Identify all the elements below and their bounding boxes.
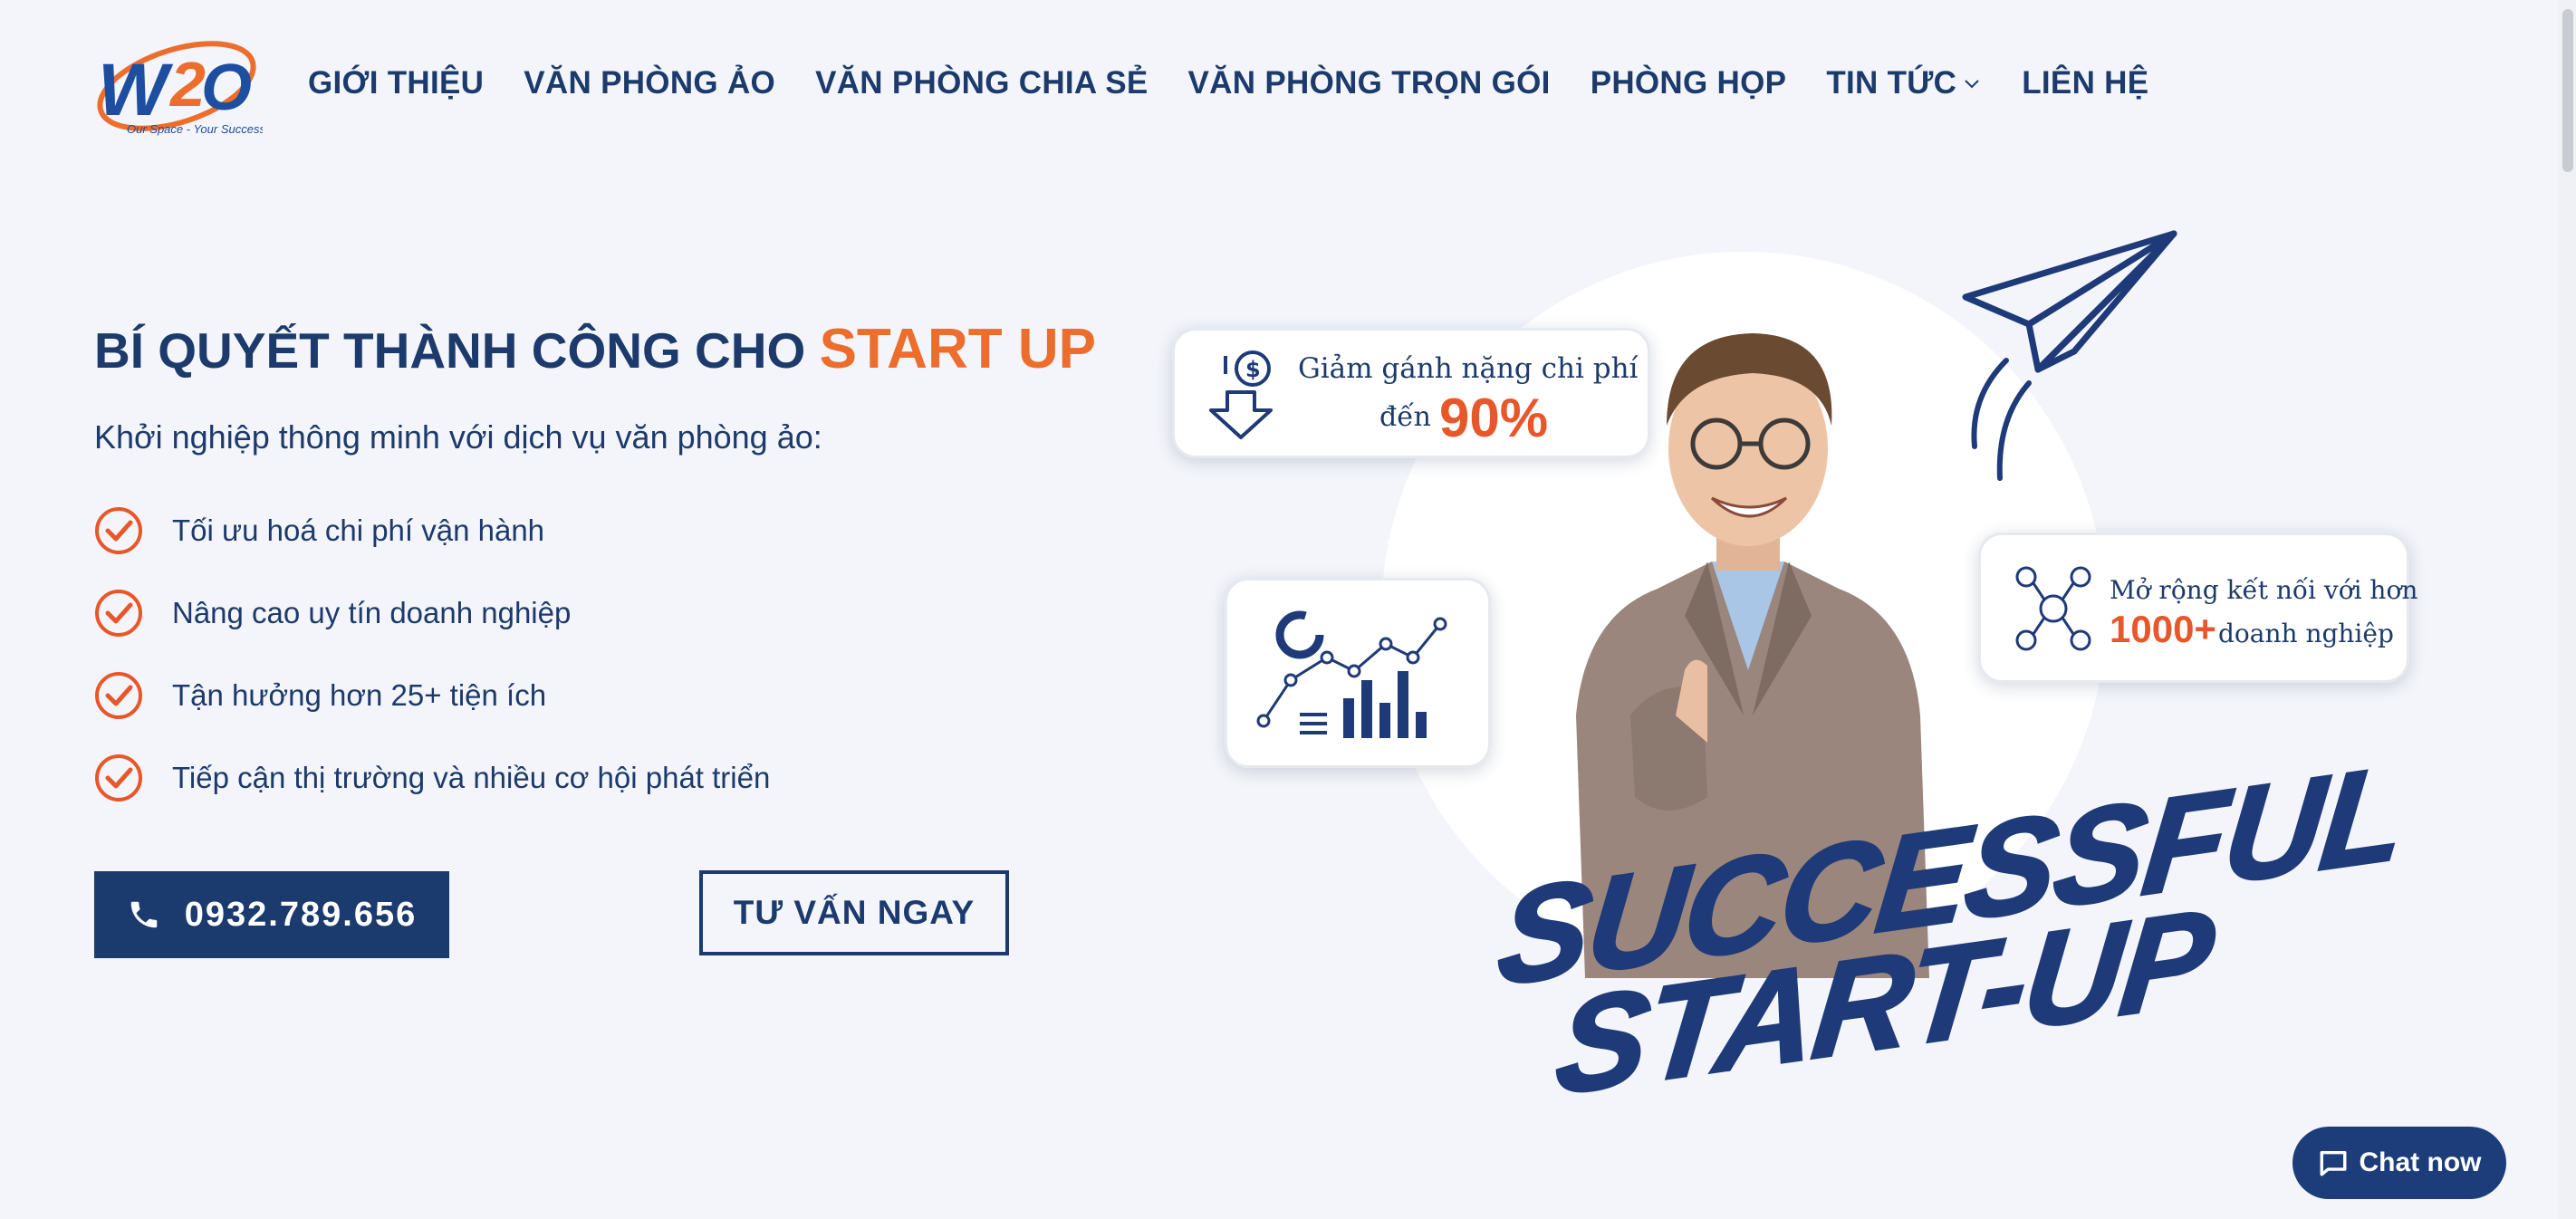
hero-illustration: $ Giảm gánh nặng chi phí đến 90% Mở rộng… (1159, 217, 2427, 1125)
nav-item-tin-tuc[interactable]: TIN TỨC (1826, 65, 1982, 101)
benefit-text: Tận hưởng hơn 25+ tiện ích (172, 678, 547, 712)
cost-card-line1: Giảm gánh nặng chi phí (1298, 352, 1639, 385)
svg-text:Our Space - Your Success: Our Space - Your Success (127, 122, 263, 136)
consult-label: TƯ VẤN NGAY (733, 894, 976, 931)
network-card-number: 1000+ (2110, 608, 2216, 650)
nav-label: TIN TỨC (1826, 65, 1957, 101)
nav-label: LIÊN HỆ (2022, 65, 2149, 101)
check-circle-icon (95, 754, 142, 801)
benefit-text: Nâng cao uy tín doanh nghiệp (172, 596, 572, 629)
scrollbar[interactable] (2558, 0, 2576, 1219)
nav-item-gioi-thieu[interactable]: GIỚI THIỆU (308, 65, 484, 101)
chat-now-button[interactable]: Chat now (2292, 1127, 2506, 1199)
nav-item-lien-he[interactable]: LIÊN HỆ (2022, 65, 2148, 101)
cost-card-percent: 90% (1439, 388, 1549, 448)
nav-label: VĂN PHÒNG ẢO (524, 65, 776, 101)
nav-item-phong-hop[interactable]: PHÒNG HỌP (1591, 65, 1787, 101)
analytics-card (1225, 578, 1491, 768)
analytics-chart-icon (1256, 610, 1447, 738)
list-item: Tối ưu hoá chi phí vận hành (94, 504, 770, 557)
main-nav: GIỚI THIỆU VĂN PHÒNG ẢO VĂN PHÒNG CHIA S… (308, 56, 2188, 110)
nav-label: VĂN PHÒNG TRỌN GÓI (1187, 65, 1551, 101)
phone-number: 0932.789.656 (184, 895, 418, 934)
benefit-text: Tối ưu hoá chi phí vận hành (172, 514, 545, 547)
nav-label: GIỚI THIỆU (308, 65, 485, 101)
network-card: Mở rộng kết nối với hơn 1000+ doanh nghi… (1978, 533, 2417, 683)
network-people-icon (2015, 566, 2091, 651)
paper-plane-icon (1962, 230, 2177, 481)
site-header: W 2 O Our Space - Your Success GIỚI THIỆ… (0, 0, 2576, 168)
list-item: Tiếp cận thị trường và nhiều cơ hội phát… (94, 752, 770, 804)
hero-title-accent: START UP (819, 318, 1096, 380)
nav-item-van-phong-ao[interactable]: VĂN PHÒNG ẢO (524, 65, 775, 101)
benefit-text: Tiếp cận thị trường và nhiều cơ hội phát… (172, 761, 771, 794)
cost-card-line2: đến (1379, 401, 1431, 433)
chat-label: Chat now (2359, 1147, 2482, 1177)
nav-label: VĂN PHÒNG CHIA SẺ (815, 65, 1149, 101)
phone-call-button[interactable]: 0932.789.656 (94, 871, 449, 958)
list-item: Tận hưởng hơn 25+ tiện ích (94, 669, 770, 722)
nav-item-van-phong-tron-goi[interactable]: VĂN PHÒNG TRỌN GÓI (1188, 65, 1551, 101)
check-circle-icon (95, 507, 142, 554)
hero-subtitle: Khởi nghiệp thông minh với dịch vụ văn p… (94, 418, 822, 456)
network-card-line2: doanh nghiệp (2218, 619, 2394, 648)
svg-text:2: 2 (168, 49, 206, 120)
check-circle-icon (95, 672, 142, 719)
check-circle-icon (95, 590, 142, 637)
hero-title-main: BÍ QUYẾT THÀNH CÔNG CHO (94, 322, 806, 379)
hero-title: BÍ QUYẾT THÀNH CÔNG CHO START UP (94, 317, 1096, 381)
nav-label: PHÒNG HỌP (1590, 65, 1787, 101)
svg-text:O: O (201, 52, 252, 124)
money-down-arrow-icon: $ (1209, 350, 1273, 439)
phone-icon (130, 901, 158, 928)
w2o-logo[interactable]: W 2 O Our Space - Your Success (91, 32, 265, 140)
scrollbar-thumb[interactable] (2562, 9, 2573, 172)
nav-item-van-phong-chia-se[interactable]: VĂN PHÒNG CHIA SẺ (815, 65, 1148, 101)
svg-text:W: W (98, 49, 174, 131)
cost-saving-card: $ Giảm gánh nặng chi phí đến 90% (1172, 328, 1650, 458)
list-item: Nâng cao uy tín doanh nghiệp (94, 587, 770, 639)
chat-bubble-icon (2320, 1150, 2346, 1176)
consult-now-button[interactable]: TƯ VẤN NGAY (699, 870, 1009, 955)
network-card-line1: Mở rộng kết nối với hơn (2110, 575, 2418, 605)
svg-text:$: $ (1245, 357, 1261, 382)
benefit-list: Tối ưu hoá chi phí vận hành Nâng cao uy … (94, 504, 770, 834)
chevron-down-icon (1965, 80, 1979, 89)
